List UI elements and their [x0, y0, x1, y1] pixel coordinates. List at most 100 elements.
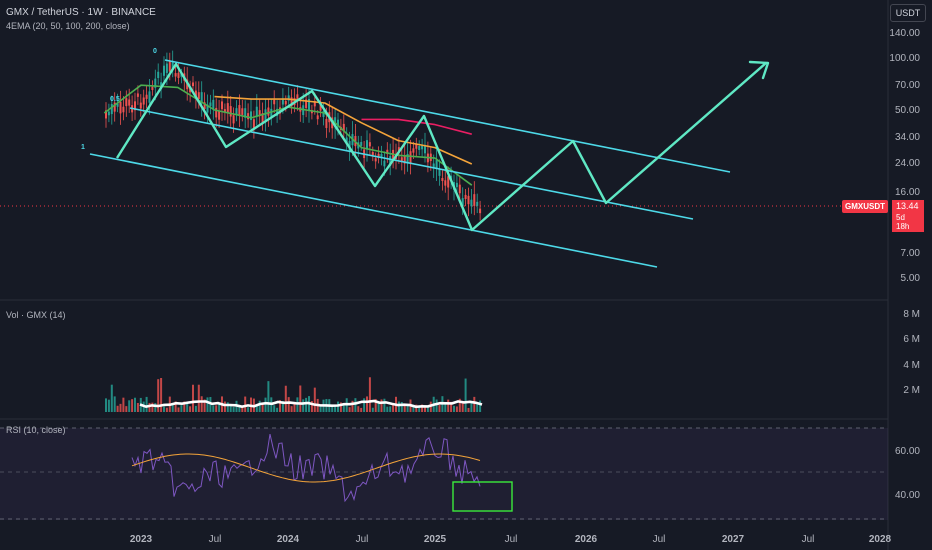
projection-path[interactable]	[115, 60, 770, 232]
volume-bar	[305, 397, 308, 412]
price-badge-countdown: 5d 18h	[892, 212, 924, 232]
volume-bar	[223, 401, 226, 412]
candle-body	[177, 72, 180, 78]
candle-body	[238, 105, 241, 115]
candle-body	[409, 151, 412, 164]
candle-body	[383, 160, 386, 167]
candle-body	[444, 180, 447, 186]
time-tick: Jul	[652, 534, 666, 545]
candle-body	[371, 152, 374, 156]
price-tick: 16.00	[894, 187, 920, 198]
price-tick: 7.00	[900, 248, 920, 259]
time-tick: 2023	[129, 534, 153, 545]
channel-line	[164, 59, 731, 173]
candle-body	[192, 82, 194, 87]
time-tick: Jul	[355, 534, 369, 545]
volume-bar	[136, 402, 139, 412]
candle-body	[209, 102, 212, 107]
candle-body	[374, 158, 377, 162]
volume-bar	[113, 396, 116, 412]
rsi-tick: 40.00	[894, 490, 920, 501]
indicator-legend[interactable]: 4EMA (20, 50, 100, 200, close)	[6, 21, 130, 31]
volume-bar	[244, 396, 247, 412]
volume-tick: 4 M	[903, 360, 920, 371]
volume-bar	[479, 400, 482, 412]
candle-body	[464, 194, 467, 200]
volume-bar	[218, 404, 221, 412]
candle-body	[479, 208, 482, 214]
volume-tick: 6 M	[903, 334, 920, 345]
volume-bar	[122, 397, 125, 412]
price-tick: 70.00	[894, 80, 920, 91]
volume-bar	[163, 406, 165, 412]
volume-bar	[284, 385, 287, 412]
fib-label-05: 0.5	[110, 96, 120, 103]
candle-body	[128, 99, 131, 106]
parallel-channel[interactable]	[89, 59, 731, 268]
candle-body	[415, 144, 418, 149]
volume-bar	[360, 407, 363, 412]
candle-body	[255, 106, 258, 117]
volume-bar	[105, 398, 107, 412]
volume-bar	[389, 406, 392, 412]
volume-bar	[293, 403, 296, 412]
candle-body	[218, 110, 221, 120]
candle-body	[412, 148, 415, 153]
time-tick: Jul	[208, 534, 222, 545]
volume-bar	[165, 407, 168, 412]
chart-title[interactable]: GMX / TetherUS · 1W · BINANCE	[6, 7, 156, 18]
volume-bar	[473, 396, 476, 412]
volume-bar	[192, 384, 194, 412]
volume-bar	[348, 407, 351, 412]
volume-bar	[128, 400, 131, 412]
volume-bar	[383, 398, 386, 412]
volume-bar	[186, 403, 189, 412]
candle-body	[438, 169, 441, 176]
volume-bar	[467, 407, 470, 412]
volume-bar	[194, 405, 197, 412]
time-tick: 2028	[868, 534, 892, 545]
volume-bar	[426, 407, 429, 412]
volume-title[interactable]: Vol · GMX (14)	[6, 310, 66, 320]
volume-bar	[232, 406, 235, 412]
time-tick: 2026	[574, 534, 598, 545]
rsi-title[interactable]: RSI (10, close)	[6, 425, 66, 435]
candle-body	[458, 184, 461, 194]
fib-label-0: 0	[153, 48, 157, 55]
volume-bar	[331, 406, 334, 412]
fib-label-1: 1	[81, 144, 85, 151]
candle-body	[151, 86, 154, 90]
volume-bar	[444, 404, 447, 412]
volume-bar	[267, 381, 270, 412]
volume-bar	[177, 407, 180, 412]
rsi-tick: 60.00	[894, 446, 920, 457]
candle-body	[273, 99, 276, 105]
volume-bar	[386, 406, 389, 412]
candle-body	[325, 118, 328, 128]
volume-bar	[319, 405, 322, 412]
volume-bar	[455, 406, 458, 412]
volume-bar	[197, 384, 200, 412]
volume-bar	[397, 401, 400, 412]
volume-bar	[125, 406, 128, 412]
volume-bar	[380, 399, 383, 412]
volume-bar	[119, 403, 122, 412]
volume-bar	[438, 405, 441, 412]
candle-body	[165, 63, 168, 73]
volume-bar	[180, 405, 183, 412]
currency-button[interactable]: USDT	[890, 4, 926, 22]
candle-body	[284, 100, 287, 105]
candle-body	[157, 71, 160, 79]
candle-body	[119, 101, 122, 114]
volume-bar	[151, 402, 154, 412]
candle-body	[360, 142, 363, 146]
time-tick: 2027	[721, 534, 745, 545]
chart-canvas[interactable]	[0, 0, 932, 550]
volume-bar	[366, 396, 368, 412]
candle-body	[241, 108, 244, 115]
candle-body	[142, 97, 145, 105]
candle-body	[250, 111, 252, 121]
volume-bar	[435, 399, 438, 412]
price-badge-symbol: GMXUSDT	[842, 200, 888, 213]
volume-bar	[273, 405, 276, 412]
